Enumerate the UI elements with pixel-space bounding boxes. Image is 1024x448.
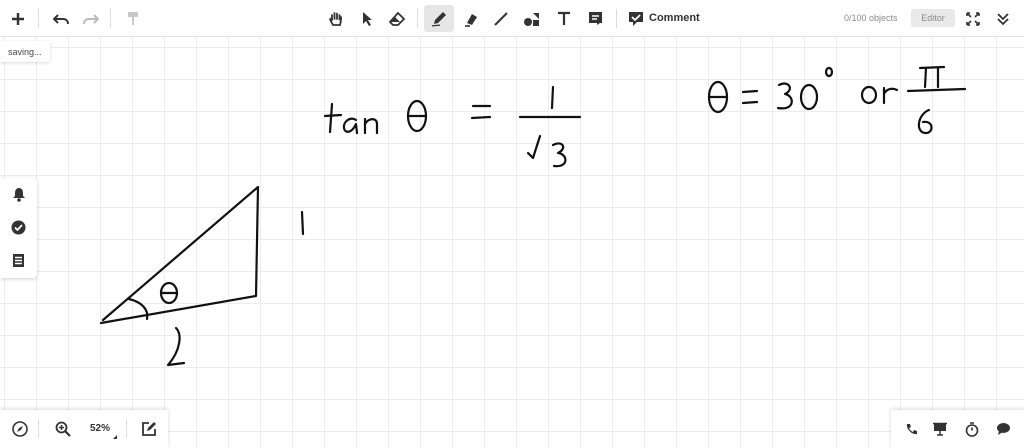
text-icon[interactable] — [550, 5, 578, 32]
side-panel — [0, 178, 37, 278]
toolbar-divider — [616, 9, 617, 28]
eraser-icon[interactable] — [383, 5, 411, 32]
toolbar-divider — [417, 9, 418, 28]
collapse-icon[interactable] — [989, 5, 1017, 32]
hand-icon[interactable] — [322, 5, 350, 32]
toolbar-divider — [38, 419, 39, 438]
check-circle-icon[interactable] — [10, 219, 27, 236]
collaboration-controls — [891, 410, 1024, 448]
chat-icon[interactable] — [994, 420, 1012, 438]
shapes-icon[interactable] — [518, 5, 546, 32]
toolbar-divider — [126, 419, 127, 438]
compass-icon[interactable] — [11, 420, 29, 438]
objects-count: 0/100 objects — [844, 13, 898, 23]
timer-icon[interactable] — [963, 420, 981, 438]
undo-icon[interactable] — [47, 5, 75, 32]
toolbar-divider — [38, 9, 39, 28]
saving-status: saving... — [0, 41, 50, 62]
add-icon[interactable] — [4, 5, 32, 32]
highlighter-icon[interactable] — [457, 5, 485, 32]
editor-badge[interactable]: Editor — [911, 9, 955, 27]
zoom-in-icon[interactable] — [54, 420, 72, 438]
pen-icon[interactable] — [424, 5, 454, 32]
line-icon[interactable] — [487, 5, 515, 32]
comment-icon[interactable] — [622, 5, 650, 32]
whiteboard-canvas[interactable] — [0, 37, 1024, 448]
toolbar-divider — [110, 9, 111, 28]
bell-icon[interactable] — [10, 186, 27, 203]
comment-button[interactable]: Comment — [649, 12, 700, 24]
fullscreen-icon[interactable] — [959, 5, 987, 32]
format-painter-icon[interactable] — [119, 5, 147, 32]
pointer-icon[interactable] — [353, 5, 381, 32]
phone-icon[interactable] — [902, 420, 920, 438]
edit-board-icon[interactable] — [140, 420, 158, 438]
top-toolbar: Comment 0/100 objects Editor — [0, 0, 1024, 37]
note-icon[interactable] — [581, 5, 609, 32]
zoom-dropdown-caret[interactable] — [113, 435, 117, 439]
zoom-level[interactable]: 52% — [90, 423, 110, 434]
zoom-controls: 52% — [0, 410, 168, 448]
presentation-icon[interactable] — [931, 420, 949, 438]
list-icon[interactable] — [10, 252, 27, 269]
redo-icon[interactable] — [77, 5, 105, 32]
